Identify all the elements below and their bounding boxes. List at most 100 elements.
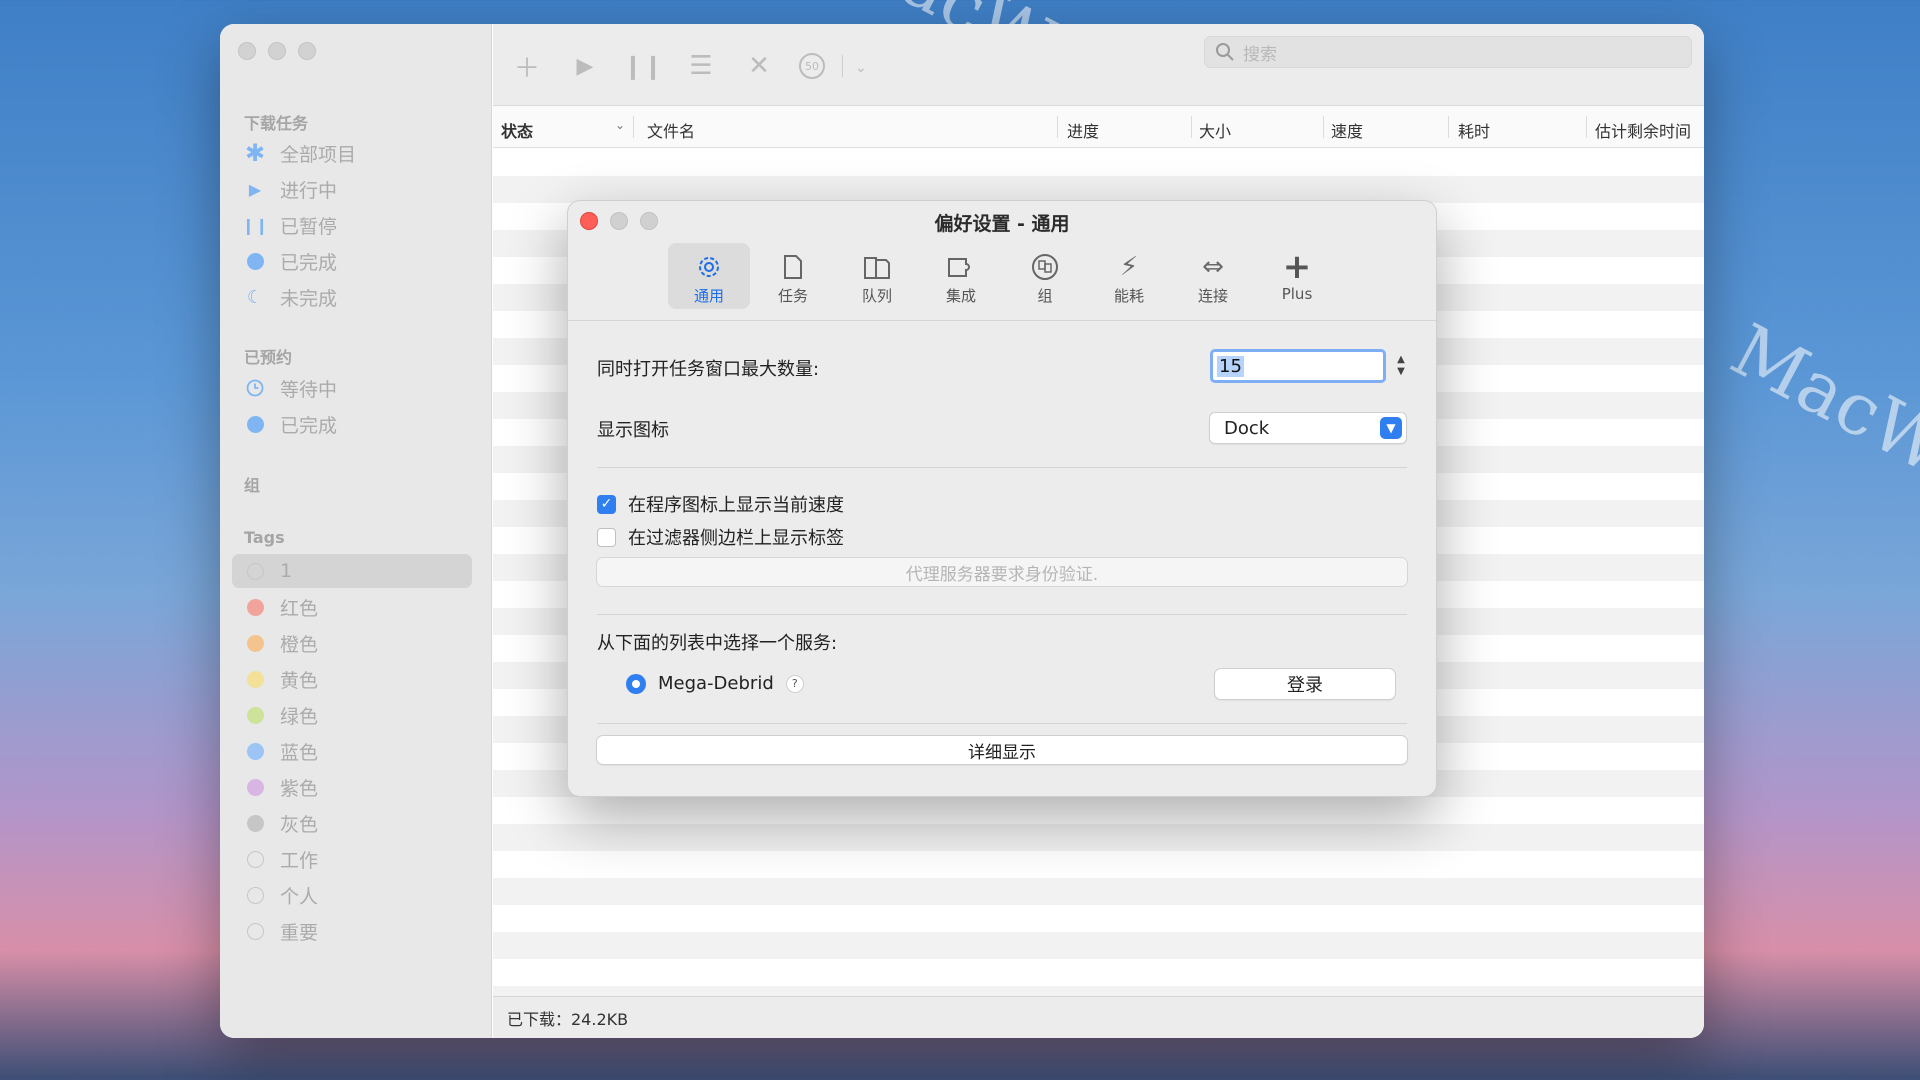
zoom-button[interactable]: [298, 42, 316, 60]
col-divider: [1191, 116, 1192, 138]
help-icon[interactable]: ?: [785, 674, 804, 693]
list-icon[interactable]: ☰: [683, 50, 719, 82]
col-progress[interactable]: 进度: [1067, 118, 1099, 142]
col-speed[interactable]: 速度: [1331, 118, 1363, 142]
service-radio[interactable]: [626, 673, 646, 694]
tab-energy[interactable]: ⚡ 能耗: [1088, 243, 1170, 309]
tab-label: 队列: [861, 287, 892, 305]
tag-color-icon: [246, 922, 264, 940]
puzzle-icon: [946, 251, 976, 283]
proxy-auth-button[interactable]: 代理服务器要求身份验证.: [597, 558, 1407, 586]
checkbox-show-tags[interactable]: [597, 527, 616, 547]
document-icon: [781, 251, 805, 283]
tab-general[interactable]: 通用: [668, 243, 750, 309]
tab-plus[interactable]: + Plus: [1256, 243, 1338, 309]
sidebar-tag-item[interactable]: 蓝色: [232, 734, 472, 768]
preferences-toolbar: 偏好设置 - 通用 通用 任务 队列 集成 组 ⚡ 能耗 ⇔ 连接 + Plus: [568, 201, 1436, 321]
service-option[interactable]: Mega-Debrid ?: [626, 673, 804, 694]
sidebar-tag-item[interactable]: 1: [232, 554, 472, 588]
col-remaining[interactable]: 估计剩余时间: [1595, 118, 1691, 142]
close-button[interactable]: [238, 42, 256, 60]
tag-color-icon: [246, 886, 264, 904]
sidebar-tag-item[interactable]: 重要: [232, 914, 472, 948]
tab-integration[interactable]: 集成: [920, 243, 1002, 309]
clock-icon: [246, 379, 264, 397]
sidebar-download-label: 未完成: [280, 287, 338, 310]
pause-icon[interactable]: ❙❙: [623, 50, 663, 82]
max-windows-label: 同时打开任务窗口最大数量:: [597, 359, 820, 380]
col-size[interactable]: 大小: [1199, 118, 1231, 142]
sidebar-tag-item[interactable]: 绿色: [232, 698, 472, 732]
col-elapsed[interactable]: 耗时: [1458, 118, 1490, 142]
sidebar-tag-label: 紫色: [280, 777, 319, 800]
sidebar-tag-item[interactable]: 灰色: [232, 806, 472, 840]
section-scheduled: 已预约: [244, 348, 293, 367]
sidebar-tag-item[interactable]: 紫色: [232, 770, 472, 804]
tag-color-icon: [246, 814, 264, 832]
tag-color-icon: [246, 634, 264, 652]
sidebar-scheduled-item[interactable]: 已完成: [232, 407, 472, 441]
service-name: Mega-Debrid: [658, 673, 774, 694]
details-button[interactable]: 详细显示: [597, 736, 1407, 764]
watermark: MacW.com: [1718, 307, 1920, 567]
service-prompt: 从下面的列表中选择一个服务:: [597, 633, 838, 654]
minimize-button[interactable]: [268, 42, 286, 60]
max-windows-value: 15: [1217, 355, 1244, 377]
checkbox-row-tags[interactable]: 在过滤器侧边栏上显示标签: [597, 524, 844, 550]
tab-queue[interactable]: 队列: [836, 243, 918, 309]
search-icon: [1216, 43, 1234, 61]
sidebar-tag-item[interactable]: 黄色: [232, 662, 472, 696]
chevron-down-icon[interactable]: ⌄: [855, 60, 867, 76]
tab-label: 组: [1037, 287, 1053, 305]
search-field[interactable]: 搜索: [1204, 36, 1692, 68]
main-toolbar: ＋ ▶ ❙❙ ☰ ✕ 50 ⌄ 搜索: [493, 24, 1704, 106]
login-button[interactable]: 登录: [1215, 669, 1395, 699]
sidebar-scheduled-label: 等待中: [280, 378, 338, 401]
sidebar-tag-item[interactable]: 橙色: [232, 626, 472, 660]
pause-icon: ❙❙: [241, 215, 269, 235]
tab-tasks[interactable]: 任务: [752, 243, 834, 309]
sidebar-download-item[interactable]: ❙❙ 已暂停: [232, 208, 472, 242]
section-tags: Tags: [244, 528, 285, 547]
checkbox-row-speed[interactable]: ✓ 在程序图标上显示当前速度: [597, 491, 844, 517]
show-icon-label: 显示图标: [597, 420, 669, 441]
col-filename[interactable]: 文件名: [647, 118, 695, 142]
col-divider: [1586, 116, 1587, 138]
stepper-down-icon[interactable]: ▼: [1397, 366, 1405, 378]
tab-connection[interactable]: ⇔ 连接: [1172, 243, 1254, 309]
status-bar: 已下载：24.2KB: [493, 996, 1704, 1038]
chevron-down-icon[interactable]: ⌄: [615, 118, 625, 132]
tab-label: 通用: [693, 287, 724, 305]
play-icon[interactable]: ▶: [567, 50, 603, 82]
sidebar-scheduled-item[interactable]: 等待中: [232, 371, 472, 405]
checkbox-show-speed[interactable]: ✓: [597, 494, 616, 514]
tab-groups[interactable]: 组: [1004, 243, 1086, 309]
sidebar-tag-item[interactable]: 工作: [232, 842, 472, 876]
speed-limit-icon[interactable]: 50: [799, 53, 825, 79]
show-icon-select[interactable]: Dock ▼: [1210, 413, 1406, 443]
col-divider: [633, 116, 634, 138]
sidebar-tag-label: 绿色: [280, 705, 319, 728]
sidebar-tag-item[interactable]: 红色: [232, 590, 472, 624]
add-icon[interactable]: ＋: [509, 50, 545, 84]
col-status[interactable]: 状态: [501, 118, 533, 142]
stepper-up-icon[interactable]: ▲: [1397, 354, 1405, 366]
sidebar-tag-label: 工作: [280, 849, 319, 872]
sidebar-tag-item[interactable]: 个人: [232, 878, 472, 912]
sidebar-download-item[interactable]: ✱ 全部项目: [232, 136, 472, 170]
toolbar-divider: [842, 55, 843, 77]
search-input[interactable]: 搜索: [1243, 40, 1277, 65]
sidebar-download-item[interactable]: ☾ 未完成: [232, 280, 472, 314]
sidebar-download-label: 已暂停: [280, 215, 338, 238]
sidebar-download-item[interactable]: ▶ 进行中: [232, 172, 472, 206]
sidebar-download-item[interactable]: 已完成: [232, 244, 472, 278]
max-windows-input[interactable]: 15: [1210, 349, 1386, 383]
section-downloads: 下载任务: [244, 114, 309, 133]
max-windows-stepper[interactable]: ▲ ▼: [1392, 350, 1410, 382]
sidebar-tag-label: 个人: [280, 885, 319, 908]
col-divider: [1057, 116, 1058, 138]
bolt-icon: ⚡: [1119, 252, 1139, 282]
divider: [597, 614, 1407, 615]
dialog-title: 偏好设置 - 通用: [934, 213, 1070, 235]
stop-icon[interactable]: ✕: [741, 50, 777, 82]
